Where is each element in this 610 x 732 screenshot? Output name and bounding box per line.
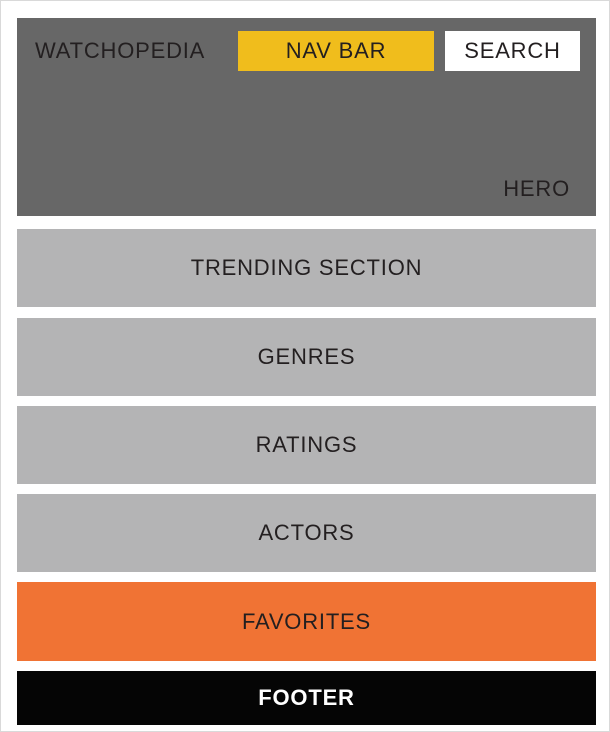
search-box[interactable]: SEARCH (445, 31, 580, 71)
hero-section: WATCHOPEDIA NAV BAR SEARCH HERO (17, 18, 596, 216)
footer-section: FOOTER (17, 671, 596, 725)
favorites-section: FAVORITES (17, 582, 596, 661)
hero-label: HERO (503, 176, 570, 201)
nav-bar[interactable]: NAV BAR (238, 31, 434, 71)
actors-section-label: ACTORS (258, 520, 355, 545)
ratings-section-label: RATINGS (255, 432, 358, 457)
favorites-section-label: FAVORITES (241, 608, 372, 634)
footer-section-label: FOOTER (258, 685, 355, 710)
brand-logo[interactable]: WATCHOPEDIA (35, 38, 205, 64)
genres-section: GENRES (17, 318, 596, 396)
trending-section: TRENDING SECTION (17, 229, 596, 307)
ratings-section: RATINGS (17, 406, 596, 484)
trending-section-label: TRENDING SECTION (190, 255, 423, 280)
actors-section: ACTORS (17, 494, 596, 572)
genres-section-label: GENRES (257, 344, 356, 369)
